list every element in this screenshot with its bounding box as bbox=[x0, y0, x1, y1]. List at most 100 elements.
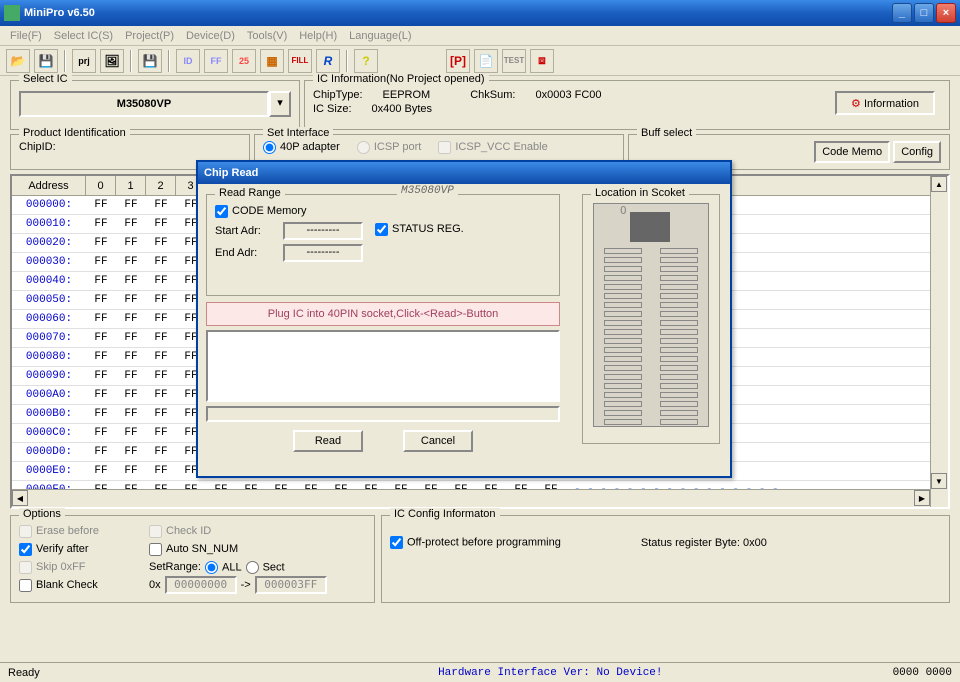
hex-byte[interactable]: FF bbox=[116, 386, 146, 404]
close-button[interactable]: × bbox=[936, 3, 956, 23]
vertical-scrollbar[interactable]: ▲ ▼ bbox=[930, 176, 948, 507]
check-verify-after[interactable]: Verify after bbox=[19, 543, 149, 556]
hex-byte[interactable]: FF bbox=[116, 253, 146, 271]
hex-byte[interactable]: FF bbox=[116, 310, 146, 328]
hex-byte[interactable]: FF bbox=[116, 272, 146, 290]
hex-byte[interactable]: FF bbox=[116, 291, 146, 309]
hex-byte[interactable]: FF bbox=[86, 196, 116, 214]
check-skip-ff[interactable]: Skip 0xFF bbox=[19, 561, 149, 574]
hex-byte[interactable]: FF bbox=[86, 310, 116, 328]
select-ic-dropdown-button[interactable]: ▾ bbox=[269, 91, 291, 117]
menu-select-ic[interactable]: Select IC(S) bbox=[48, 28, 119, 44]
hex-byte[interactable]: FF bbox=[86, 234, 116, 252]
hex-byte[interactable]: FF bbox=[86, 291, 116, 309]
minimize-button[interactable]: _ bbox=[892, 3, 912, 23]
hex-byte[interactable]: FF bbox=[146, 196, 176, 214]
check-code-memory[interactable]: CODE Memory bbox=[215, 205, 307, 217]
menu-project[interactable]: Project(P) bbox=[119, 28, 180, 44]
hex-byte[interactable]: FF bbox=[146, 291, 176, 309]
check-blank-check[interactable]: Blank Check bbox=[19, 579, 149, 592]
cancel-button[interactable]: Cancel bbox=[403, 430, 473, 452]
hex-byte[interactable]: FF bbox=[86, 405, 116, 423]
scroll-right-icon[interactable]: ▶ bbox=[914, 490, 930, 506]
information-button[interactable]: ⚙ Information bbox=[835, 91, 935, 115]
hex-byte[interactable]: FF bbox=[146, 234, 176, 252]
hex-byte[interactable]: FF bbox=[86, 329, 116, 347]
r-icon[interactable]: R bbox=[316, 49, 340, 73]
hex-byte[interactable]: FF bbox=[116, 443, 146, 461]
hex-byte[interactable]: FF bbox=[86, 443, 116, 461]
25-icon[interactable]: 25 bbox=[232, 49, 256, 73]
fill-icon[interactable]: FILL bbox=[288, 49, 312, 73]
socket-legend: Location in Scoket bbox=[591, 187, 689, 199]
test-icon[interactable]: TEST bbox=[502, 49, 526, 73]
select-ic-group: Select IC M35080VP ▾ bbox=[10, 80, 300, 130]
hex-byte[interactable]: FF bbox=[116, 405, 146, 423]
horizontal-scrollbar[interactable]: ◀ ▶ bbox=[12, 489, 930, 507]
check-erase-before[interactable]: Erase before bbox=[19, 525, 149, 538]
prj-icon[interactable]: prj bbox=[72, 49, 96, 73]
doc-icon[interactable]: 📄 bbox=[474, 49, 498, 73]
check-auto-sn[interactable]: Auto SN_NUM bbox=[149, 543, 279, 556]
start-adr-value: --------- bbox=[283, 222, 363, 240]
pic-icon[interactable]: 🖼 bbox=[100, 49, 124, 73]
hex-byte[interactable]: FF bbox=[86, 272, 116, 290]
open-icon[interactable]: 📂 bbox=[6, 49, 30, 73]
p-icon[interactable]: [P] bbox=[446, 49, 470, 73]
hex-byte[interactable]: FF bbox=[146, 367, 176, 385]
check-off-protect[interactable]: Off-protect before programming bbox=[390, 536, 561, 549]
hex-byte[interactable]: FF bbox=[146, 329, 176, 347]
hex-byte[interactable]: FF bbox=[146, 348, 176, 366]
hex-byte[interactable]: FF bbox=[86, 386, 116, 404]
hex-byte[interactable]: FF bbox=[146, 405, 176, 423]
config-button[interactable]: Config bbox=[893, 141, 941, 163]
hex-byte[interactable]: FF bbox=[116, 424, 146, 442]
hex-byte[interactable]: FF bbox=[116, 329, 146, 347]
radio-icsp-port[interactable]: ICSP port bbox=[357, 141, 422, 153]
scroll-up-icon[interactable]: ▲ bbox=[931, 176, 947, 192]
hex-byte[interactable]: FF bbox=[146, 424, 176, 442]
grid-icon[interactable]: ▦ bbox=[260, 49, 284, 73]
scroll-down-icon[interactable]: ▼ bbox=[931, 473, 947, 489]
hex-byte[interactable]: FF bbox=[116, 348, 146, 366]
menu-language[interactable]: Language(L) bbox=[343, 28, 417, 44]
save-icon[interactable]: 💾 bbox=[34, 49, 58, 73]
hex-byte[interactable]: FF bbox=[116, 196, 146, 214]
hex-byte[interactable]: FF bbox=[146, 443, 176, 461]
check-check-id[interactable]: Check ID bbox=[149, 525, 279, 538]
radio-all[interactable]: ALL bbox=[205, 561, 242, 574]
read-button[interactable]: Read bbox=[293, 430, 363, 452]
menu-tools[interactable]: Tools(V) bbox=[241, 28, 293, 44]
disk-icon[interactable]: 💾 bbox=[138, 49, 162, 73]
hex-byte[interactable]: FF bbox=[86, 348, 116, 366]
menu-help[interactable]: Help(H) bbox=[293, 28, 343, 44]
radio-40p-adapter[interactable]: 40P adapter bbox=[263, 141, 340, 153]
code-memo-button[interactable]: Code Memo bbox=[814, 141, 890, 163]
ff-icon[interactable]: FF bbox=[204, 49, 228, 73]
hex-byte[interactable]: FF bbox=[146, 310, 176, 328]
maximize-button[interactable]: □ bbox=[914, 3, 934, 23]
hex-byte[interactable]: FF bbox=[86, 424, 116, 442]
check-status-reg[interactable]: STATUS REG. bbox=[375, 223, 464, 235]
hex-byte[interactable]: FF bbox=[116, 234, 146, 252]
hex-byte[interactable]: FF bbox=[86, 253, 116, 271]
chip-icon[interactable]: ⧈ bbox=[530, 49, 554, 73]
hex-byte[interactable]: FF bbox=[86, 367, 116, 385]
help-icon[interactable]: ? bbox=[354, 49, 378, 73]
hex-byte[interactable]: FF bbox=[146, 386, 176, 404]
hex-byte[interactable]: FF bbox=[86, 215, 116, 233]
hex-byte[interactable]: FF bbox=[146, 272, 176, 290]
menu-file[interactable]: File(F) bbox=[4, 28, 48, 44]
hex-byte[interactable]: FF bbox=[146, 215, 176, 233]
menu-device[interactable]: Device(D) bbox=[180, 28, 241, 44]
hex-byte[interactable]: FF bbox=[116, 367, 146, 385]
hex-byte[interactable]: FF bbox=[116, 462, 146, 480]
radio-sect[interactable]: Sect bbox=[246, 561, 285, 574]
scroll-left-icon[interactable]: ◀ bbox=[12, 490, 28, 506]
hex-byte[interactable]: FF bbox=[146, 462, 176, 480]
check-icsp-vcc[interactable]: ICSP_VCC Enable bbox=[438, 141, 547, 153]
hex-byte[interactable]: FF bbox=[146, 253, 176, 271]
hex-byte[interactable]: FF bbox=[116, 215, 146, 233]
id-icon[interactable]: ID bbox=[176, 49, 200, 73]
hex-byte[interactable]: FF bbox=[86, 462, 116, 480]
